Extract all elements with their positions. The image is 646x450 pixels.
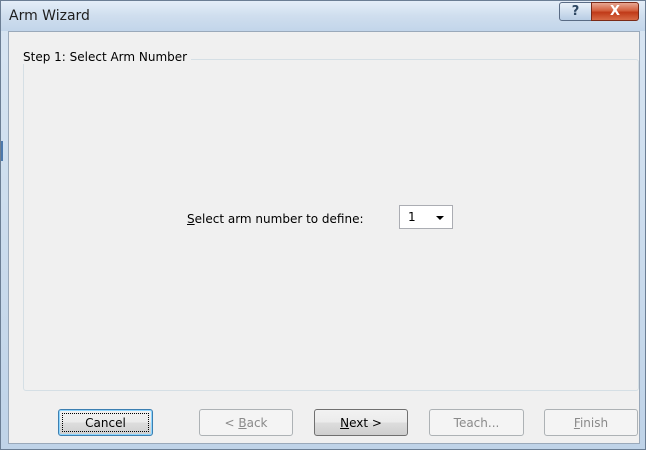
finish-label: Finish: [574, 416, 608, 430]
window-title: Arm Wizard: [9, 8, 90, 24]
help-button[interactable]: ?: [559, 2, 592, 21]
label-text: elect arm number to define:: [194, 212, 364, 226]
next-mnemonic: N: [340, 415, 350, 430]
next-button[interactable]: Next >: [314, 409, 408, 436]
wizard-window: Arm Wizard ? X Step 1: Select Arm Number…: [0, 0, 646, 450]
label-mnemonic: S: [187, 212, 195, 226]
arm-number-label: Select arm number to define:: [187, 212, 364, 226]
help-icon: ?: [571, 4, 580, 19]
cancel-label: Cancel: [85, 415, 126, 430]
step-title: Step 1: Select Arm Number: [19, 50, 192, 64]
close-button[interactable]: X: [591, 2, 639, 21]
close-icon: X: [609, 4, 621, 19]
finish-button[interactable]: Finish: [544, 409, 638, 436]
chevron-down-icon[interactable]: [436, 216, 444, 220]
arm-number-select[interactable]: 1: [399, 205, 453, 229]
finish-rest: inish: [579, 415, 609, 430]
next-label: Next >: [340, 416, 382, 430]
back-mnemonic: B: [238, 415, 247, 430]
cancel-button[interactable]: Cancel: [58, 409, 153, 436]
back-label: < Back: [224, 416, 267, 430]
teach-button[interactable]: Teach...: [429, 409, 524, 436]
title-bar[interactable]: Arm Wizard ? X: [1, 1, 645, 31]
back-rest: ack: [246, 415, 268, 430]
teach-label: Teach...: [453, 415, 500, 430]
arm-number-value: 1: [408, 210, 416, 224]
back-button[interactable]: < Back: [199, 409, 293, 436]
next-rest: ext >: [349, 415, 382, 430]
window-edge-accent: [1, 141, 3, 161]
back-prefix: <: [224, 415, 239, 430]
